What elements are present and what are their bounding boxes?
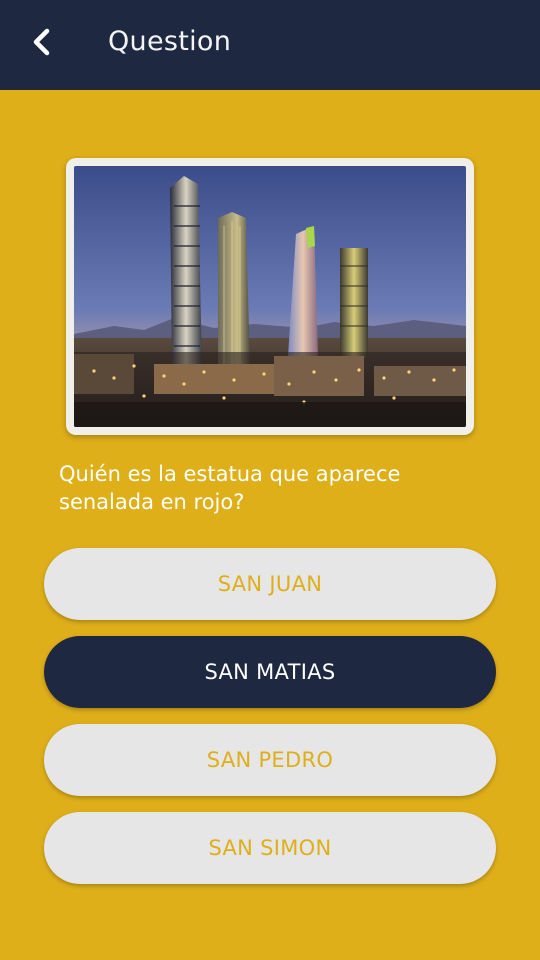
answer-option-4[interactable]: SAN SIMON (44, 812, 496, 884)
back-button[interactable] (22, 20, 62, 64)
answer-option-2[interactable]: SAN MATIAS (44, 636, 496, 708)
answer-option-label: SAN PEDRO (206, 748, 334, 772)
question-image (74, 166, 466, 427)
question-image-card (66, 158, 474, 435)
answer-option-label: SAN SIMON (208, 836, 332, 860)
page-title: Question (108, 26, 232, 57)
answer-option-1[interactable]: SAN JUAN (44, 548, 496, 620)
app-header: Question (0, 0, 540, 90)
chevron-left-icon (33, 28, 50, 56)
answer-option-label: SAN JUAN (217, 572, 323, 596)
answer-option-label: SAN MATIAS (204, 660, 336, 684)
answer-option-3[interactable]: SAN PEDRO (44, 724, 496, 796)
question-text: Quién es la estatua que aparece senalada… (59, 462, 401, 514)
